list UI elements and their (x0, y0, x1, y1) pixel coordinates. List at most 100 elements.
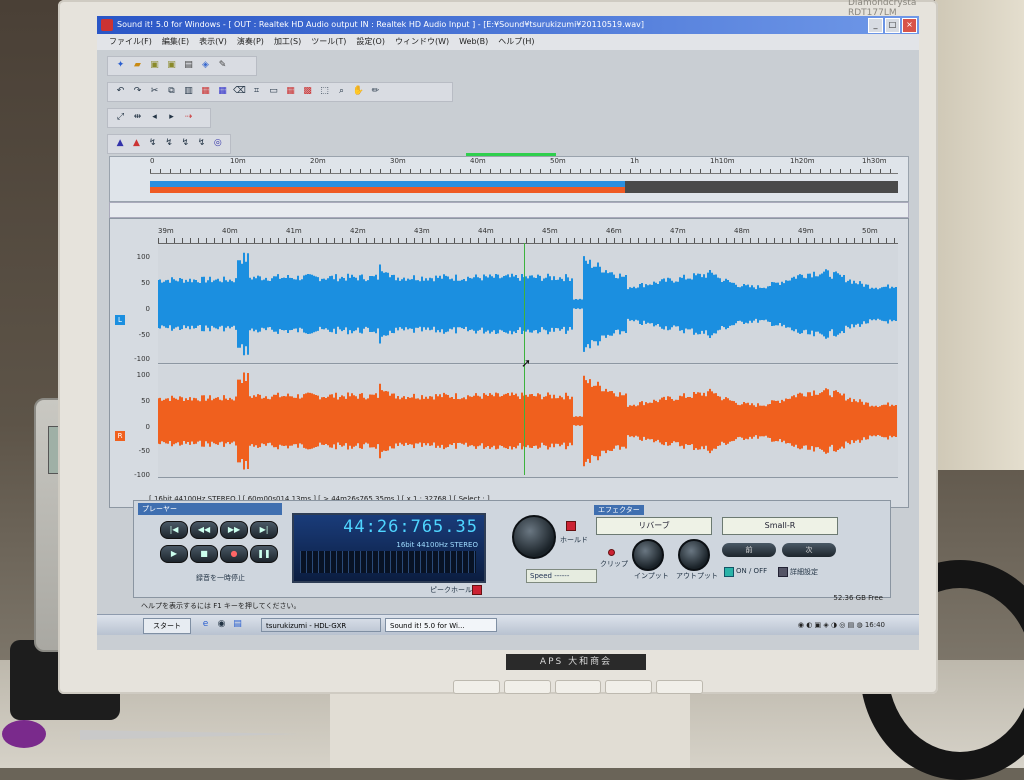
menu-process[interactable]: 加工(S) (274, 34, 301, 50)
effect-preset[interactable]: Small-R (722, 517, 838, 535)
monitor-button[interactable] (503, 680, 551, 694)
menu-file[interactable]: ファイル(F) (109, 34, 152, 50)
hand-tool-icon[interactable]: ✋ (352, 85, 365, 98)
marker-red-icon[interactable]: ▲ (130, 137, 142, 150)
clip-indicator (608, 549, 615, 556)
window-titlebar[interactable]: Sound it! 5.0 for Windows - [ OUT : Real… (97, 16, 919, 34)
record-button[interactable]: ● (220, 545, 248, 563)
peak-hold-toggle[interactable] (472, 585, 482, 595)
close-button[interactable]: × (902, 18, 917, 33)
menu-tools[interactable]: ツール(T) (311, 34, 346, 50)
quicklaunch-icon[interactable]: ◉ (215, 618, 228, 631)
zoom-fit-icon[interactable]: ⇹ (131, 111, 144, 124)
ie-icon[interactable]: e (199, 618, 212, 631)
menu-view[interactable]: 表示(V) (199, 34, 227, 50)
skip-back-button[interactable]: |◀ (160, 521, 188, 539)
taskbar-item[interactable]: tsurukizumi - HDL-GXR (261, 618, 381, 632)
globe-icon[interactable]: ◎ (212, 137, 224, 150)
input-knob[interactable] (632, 539, 664, 571)
snap-all-icon[interactable]: ↯ (195, 137, 207, 150)
undo-icon[interactable]: ↶ (114, 85, 127, 98)
skip-forward-button[interactable]: ▶| (250, 521, 278, 539)
effect-name[interactable]: リバーブ (596, 517, 712, 535)
monitor-button[interactable] (605, 680, 653, 694)
menu-web[interactable]: Web(B) (459, 34, 488, 50)
monitor-button[interactable] (554, 680, 602, 694)
print-icon[interactable]: ▤ (182, 59, 195, 72)
waveform-panel[interactable]: 39m 40m 41m 42m 43m 44m 45m 46m 47m 48m … (109, 218, 909, 508)
channel-tag-right[interactable]: R (115, 431, 125, 441)
monitor-button[interactable] (453, 680, 500, 694)
redo-icon[interactable]: ↷ (131, 85, 144, 98)
loop-icon[interactable]: ⇢ (182, 111, 195, 124)
marker-icon[interactable]: ▦ (284, 85, 297, 98)
arrow-left-icon[interactable]: ◂ (148, 111, 161, 124)
play-button[interactable]: ▶ (160, 545, 188, 563)
save-as-icon[interactable]: ▣ (165, 59, 178, 72)
overview-scrollbar[interactable] (109, 202, 909, 218)
effect-onoff-toggle[interactable] (724, 567, 734, 577)
output-knob[interactable] (678, 539, 710, 571)
marker-blue-icon[interactable]: ▲ (114, 137, 126, 150)
y-tick: -100 (134, 471, 150, 479)
desktop-icon[interactable]: ▤ (231, 618, 244, 631)
select-tool-icon[interactable]: ⬚ (318, 85, 331, 98)
rewind-button[interactable]: ◀◀ (190, 521, 218, 539)
menu-settings[interactable]: 設定(O) (356, 34, 385, 50)
open-folder-icon[interactable]: ▰ (131, 59, 144, 72)
new-file-icon[interactable]: ✦ (114, 59, 127, 72)
menu-help[interactable]: ヘルプ(H) (498, 34, 534, 50)
player-tab[interactable]: プレーヤー (138, 503, 282, 515)
zoom-out-icon[interactable]: ⤢ (114, 111, 127, 124)
time-tick: 42m (350, 227, 366, 235)
track-left[interactable] (158, 245, 898, 364)
app-icon[interactable] (101, 19, 113, 31)
window-title: Sound it! 5.0 for Windows - [ OUT : Real… (117, 20, 644, 29)
channel-tag-left[interactable]: L (115, 315, 125, 325)
effect-next-button[interactable]: 次 (782, 543, 836, 557)
effects-tab[interactable]: エフェクター (594, 505, 644, 515)
menu-window[interactable]: ウィンドウ(W) (395, 34, 449, 50)
mix-paste-icon[interactable]: ▦ (199, 85, 212, 98)
region-icon[interactable]: ▩ (301, 85, 314, 98)
stop-button[interactable]: ■ (190, 545, 218, 563)
tool-icon[interactable]: ✎ (216, 59, 229, 72)
silence-icon[interactable]: ▭ (267, 85, 280, 98)
pencil-icon[interactable]: ✏ (369, 85, 382, 98)
menu-edit[interactable]: 編集(E) (162, 34, 189, 50)
overview-tick: 0 (150, 157, 155, 165)
zoom-icon[interactable]: ⌕ (335, 85, 348, 98)
taskbar-item-active[interactable]: Sound it! 5.0 for Wi... (385, 618, 497, 632)
record-pause-label[interactable]: 録音を一時停止 (196, 573, 245, 583)
tray-icons[interactable]: ◉ ◐ ▣ ◈ ◑ ◎ ▤ ◍ (798, 621, 865, 629)
waveform-envelope (158, 252, 897, 356)
trim-icon[interactable]: ⌗ (250, 85, 263, 98)
properties-icon[interactable]: ◈ (199, 59, 212, 72)
insert-icon[interactable]: ▦ (216, 85, 229, 98)
speed-field[interactable]: Speed ------ (526, 569, 597, 583)
hold-toggle[interactable] (566, 521, 576, 531)
snap-start-icon[interactable]: ↯ (163, 137, 175, 150)
overview-tick: 40m (470, 157, 486, 165)
paste-icon[interactable]: ▥ (182, 85, 195, 98)
copy-icon[interactable]: ⧉ (165, 85, 178, 98)
start-button[interactable]: スタート (143, 618, 191, 634)
monitor-buttons[interactable] (453, 680, 703, 694)
snap-end-icon[interactable]: ↯ (179, 137, 191, 150)
fast-forward-button[interactable]: ▶▶ (220, 521, 248, 539)
track-right[interactable] (158, 365, 898, 478)
pause-button[interactable]: ❚❚ (250, 545, 278, 563)
effect-prev-button[interactable]: 前 (722, 543, 776, 557)
minimize-button[interactable]: _ (868, 18, 883, 33)
snap-icon[interactable]: ↯ (147, 137, 159, 150)
speed-knob[interactable] (512, 515, 556, 559)
arrow-right-icon[interactable]: ▸ (165, 111, 178, 124)
monitor-button[interactable] (656, 680, 703, 694)
maximize-button[interactable]: □ (885, 18, 900, 33)
delete-icon[interactable]: ⌫ (233, 85, 246, 98)
menu-play[interactable]: 演奏(P) (237, 34, 264, 50)
overview-panel[interactable]: 0 10m 20m 30m 40m 50m 1h 1h10m 1h20m 1h3… (109, 153, 909, 202)
cut-icon[interactable]: ✂ (148, 85, 161, 98)
save-icon[interactable]: ▣ (148, 59, 161, 72)
detail-settings-toggle[interactable] (778, 567, 788, 577)
